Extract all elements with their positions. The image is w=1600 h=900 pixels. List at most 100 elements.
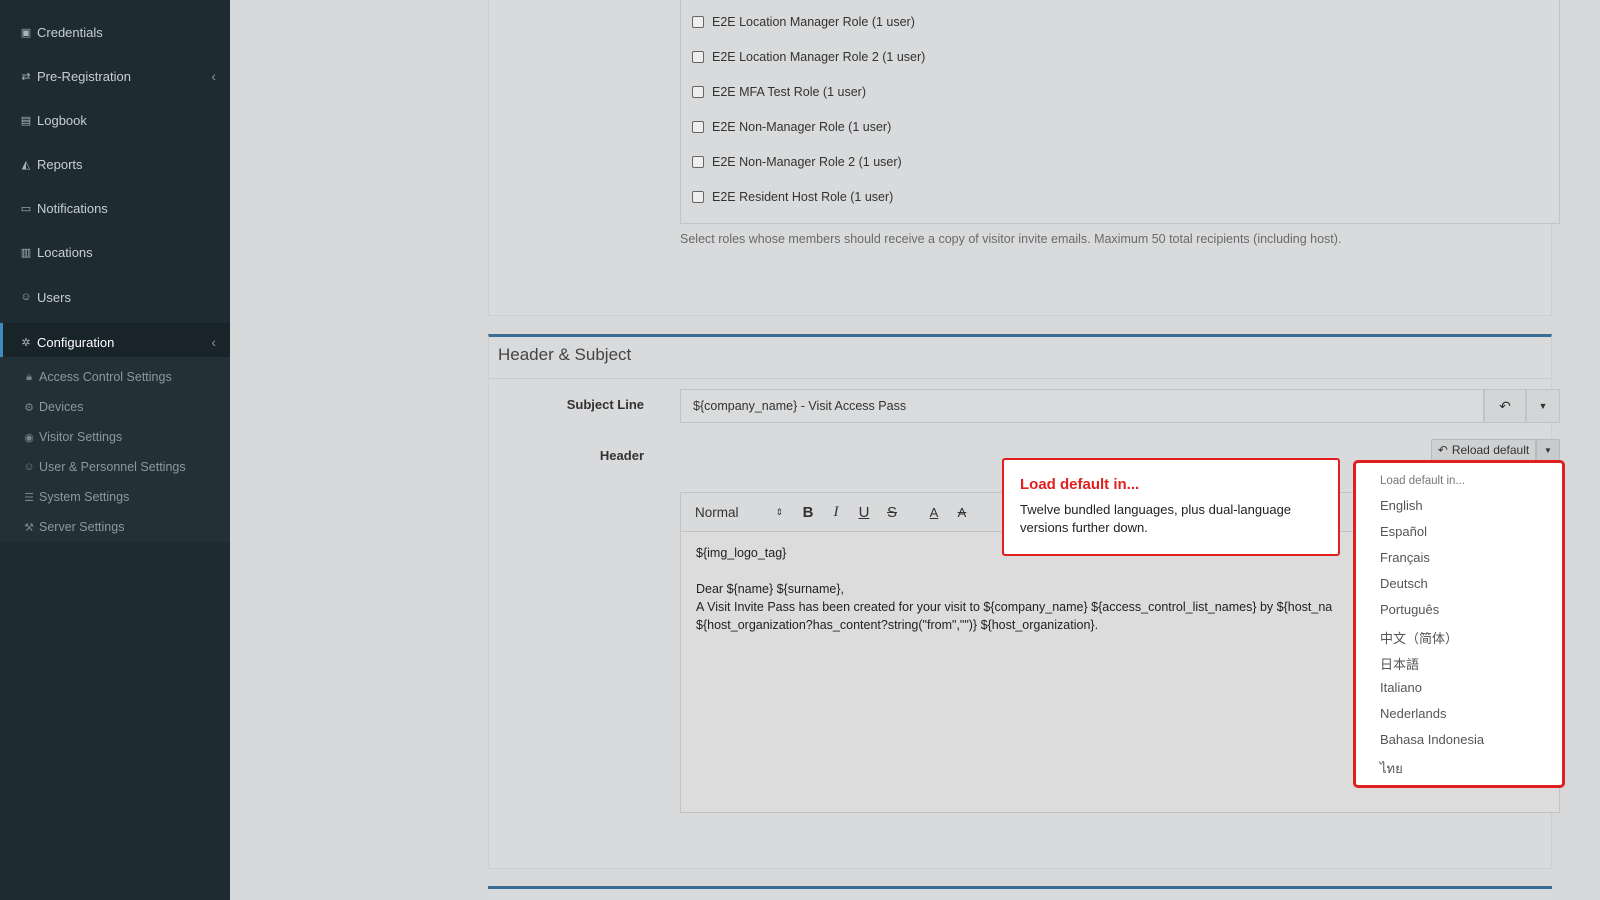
building-icon: ▥	[20, 246, 32, 259]
users-icon: ☺	[20, 291, 32, 303]
role-checkbox-row[interactable]: E2E Location Manager Role 2 (1 user)	[692, 47, 925, 67]
role-checkbox-row[interactable]: E2E Resident Host Role (1 user)	[692, 187, 893, 207]
underline-button[interactable]: U	[854, 502, 874, 522]
configuration-submenu: 🔒︎ Access Control Settings ⚙ Devices ◉ V…	[0, 357, 230, 542]
comments-icon: ▭	[20, 202, 32, 215]
chevron-left-icon: ‹	[211, 68, 216, 84]
lock-icon: 🔒︎	[26, 370, 32, 383]
clear-format-button[interactable]: A	[952, 502, 972, 522]
roles-help-text: Select roles whose members should receiv…	[680, 232, 1342, 246]
editor-line: A Visit Invite Pass has been created for…	[696, 600, 1333, 614]
sidebar-subitem-visitor-settings[interactable]: ◉ Visitor Settings	[22, 425, 122, 449]
sidebar-subitem-label: Server Settings	[39, 520, 125, 534]
role-checkbox[interactable]	[692, 121, 704, 133]
role-label: E2E Location Manager Role 2 (1 user)	[712, 50, 926, 64]
user-cog-icon: ☺	[23, 461, 35, 473]
sidebar-subitem-label: System Settings	[39, 490, 130, 504]
sidebar-item-configuration[interactable]: ✲ Configuration ‹	[0, 323, 230, 361]
gear-icon: ✲	[21, 336, 31, 349]
subject-line-label: Subject Line	[566, 397, 644, 412]
language-option[interactable]: English	[1380, 498, 1423, 513]
sidebar-subitem-system-settings[interactable]: ☰ System Settings	[22, 485, 129, 509]
language-option[interactable]: Português	[1380, 602, 1439, 617]
sidebar-subitem-access-control-settings[interactable]: 🔒︎ Access Control Settings	[22, 365, 172, 389]
load-default-language-menu: Load default in... English Español Franç…	[1353, 460, 1565, 788]
sidebar-item-reports[interactable]: ◭ Reports	[0, 146, 230, 182]
role-label: E2E Resident Host Role (1 user)	[712, 190, 894, 204]
header-label: Header	[599, 448, 644, 463]
language-option[interactable]: ไทย	[1380, 758, 1403, 779]
role-checkbox[interactable]	[692, 156, 704, 168]
role-checkbox-row[interactable]: E2E Location Manager Role (1 user)	[692, 12, 915, 32]
undo-icon: ↶	[1499, 397, 1511, 414]
callout-title: Load default in...	[1020, 476, 1140, 493]
italic-button[interactable]: I	[826, 502, 846, 522]
font-color-button[interactable]: A	[924, 502, 944, 522]
language-option[interactable]: Bahasa Indonesia	[1380, 732, 1484, 747]
language-option[interactable]: 中文（简体）	[1380, 628, 1458, 647]
role-checkbox[interactable]	[692, 86, 704, 98]
dropdown-header: Load default in...	[1380, 475, 1466, 487]
callout-tooltip: Load default in... Twelve bundled langua…	[1002, 458, 1340, 556]
server-cog-icon: ⚒	[24, 521, 34, 534]
language-option[interactable]: Deutsch	[1380, 576, 1428, 591]
role-label: E2E MFA Test Role (1 user)	[712, 85, 866, 99]
subject-line-input[interactable]: ${company_name} - Visit Access Pass	[680, 389, 1484, 423]
caret-down-icon: ▼	[1544, 445, 1552, 455]
undo-button[interactable]: ↶	[1484, 389, 1526, 423]
sidebar-item-label: Locations	[37, 244, 93, 260]
sidebar-item-label: Configuration	[37, 334, 115, 350]
device-icon: ⚙	[24, 401, 34, 414]
sidebar-item-users[interactable]: ☺ Users	[0, 279, 230, 315]
sliders-icon: ☰	[24, 491, 34, 504]
sidebar-item-locations[interactable]: ▥ Locations	[0, 234, 230, 270]
reload-default-label: Reload default	[1451, 443, 1530, 457]
role-checkbox[interactable]	[692, 51, 704, 63]
sidebar-subitem-label: Access Control Settings	[39, 370, 172, 384]
exchange-icon: ⇄	[21, 70, 31, 83]
format-select-value: Normal	[695, 504, 739, 520]
sidebar-item-label: Pre-Registration	[37, 68, 131, 84]
role-checkbox-row[interactable]: E2E Non-Manager Role (1 user)	[692, 117, 891, 137]
sidebar-subitem-label: User & Personnel Settings	[39, 460, 186, 474]
updown-icon: ⇕	[775, 506, 783, 517]
sidebar-item-notifications[interactable]: ▭ Notifications	[0, 190, 230, 226]
strikethrough-button[interactable]: S	[882, 502, 902, 522]
next-card-top	[488, 886, 1552, 900]
chart-icon: ◭	[21, 158, 31, 171]
sidebar-subitem-label: Visitor Settings	[39, 430, 123, 444]
role-label: E2E Location Manager Role (1 user)	[712, 15, 915, 29]
subject-dropdown-toggle[interactable]: ▼	[1526, 389, 1560, 423]
language-option[interactable]: Français	[1380, 550, 1430, 565]
section-divider	[489, 378, 1551, 379]
reload-default-dropdown-toggle[interactable]: ▼	[1536, 439, 1560, 461]
sidebar: ▣ Credentials ⇄ Pre-Registration ‹ ▤ Log…	[0, 0, 230, 900]
book-icon: ▤	[20, 114, 32, 127]
language-option[interactable]: Nederlands	[1380, 706, 1447, 721]
sidebar-item-pre-registration[interactable]: ⇄ Pre-Registration ‹	[0, 58, 230, 94]
id-card-icon: ▣	[20, 26, 32, 39]
role-label: E2E Non-Manager Role (1 user)	[712, 120, 892, 134]
format-select[interactable]: Normal ⇕	[695, 502, 783, 522]
callout-text: Twelve bundled languages, plus dual-lang…	[1020, 502, 1292, 535]
bold-button[interactable]: B	[798, 502, 818, 522]
sidebar-subitem-devices[interactable]: ⚙ Devices	[22, 395, 83, 419]
sidebar-item-label: Logbook	[37, 112, 87, 128]
role-checkbox[interactable]	[692, 16, 704, 28]
role-checkbox-row[interactable]: E2E Non-Manager Role 2 (1 user)	[692, 152, 902, 172]
role-checkbox[interactable]	[692, 191, 704, 203]
language-option[interactable]: 日本語	[1380, 654, 1419, 673]
sidebar-subitem-user-personnel-settings[interactable]: ☺ User & Personnel Settings	[22, 455, 186, 479]
language-option[interactable]: Italiano	[1380, 680, 1422, 695]
reload-default-button[interactable]: ↶ Reload default	[1431, 439, 1536, 461]
language-option[interactable]: Español	[1380, 524, 1427, 539]
sidebar-item-label: Reports	[37, 156, 83, 172]
sidebar-subitem-server-settings[interactable]: ⚒ Server Settings	[22, 515, 124, 539]
undo-icon: ↶	[1437, 443, 1448, 457]
role-label: E2E Non-Manager Role 2 (1 user)	[712, 155, 902, 169]
role-checkbox-row[interactable]: E2E MFA Test Role (1 user)	[692, 82, 866, 102]
sidebar-item-logbook[interactable]: ▤ Logbook	[0, 102, 230, 138]
section-title: Header & Subject	[498, 345, 632, 364]
sidebar-item-label: Users	[37, 289, 71, 305]
sidebar-item-credentials[interactable]: ▣ Credentials	[0, 14, 230, 50]
